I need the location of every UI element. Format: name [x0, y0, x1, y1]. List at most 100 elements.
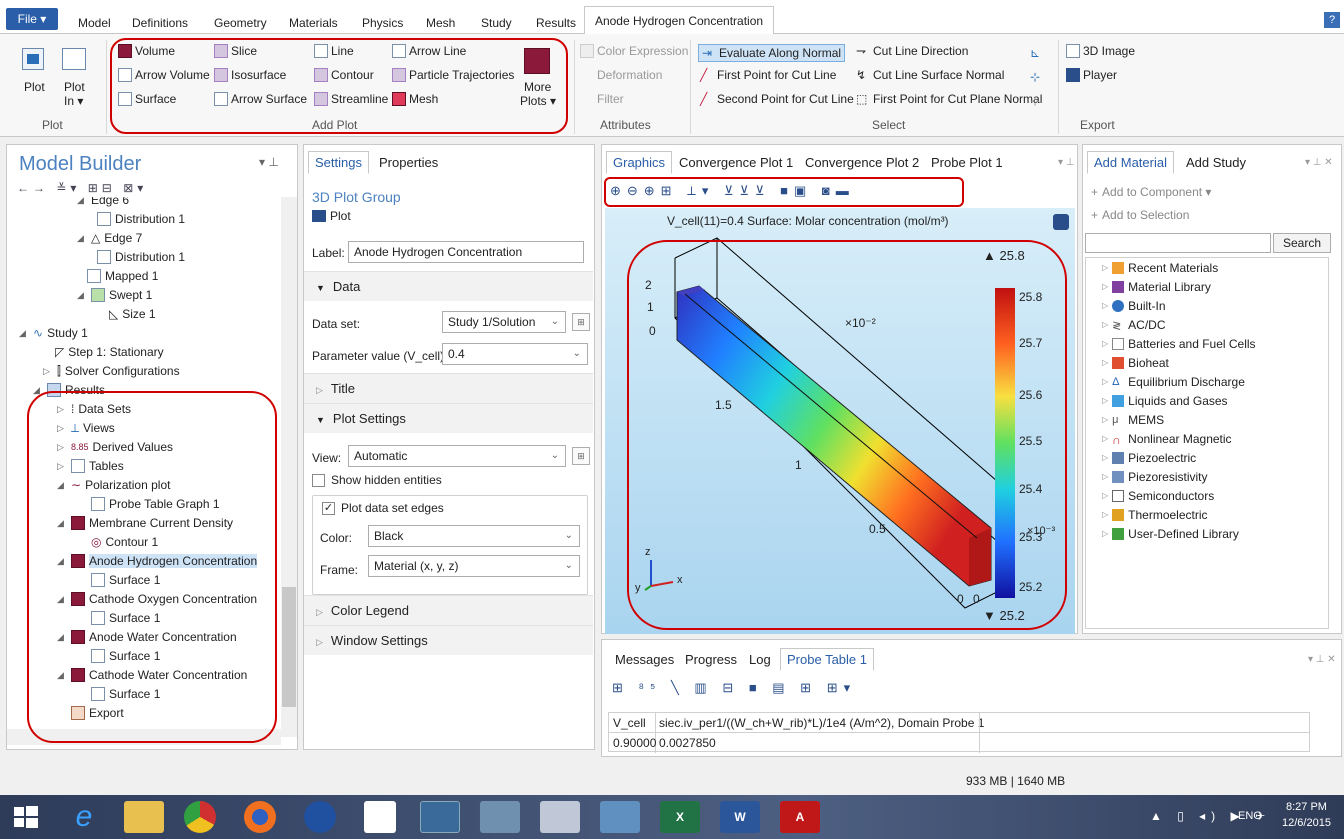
- tab-convergence-plot-1[interactable]: Convergence Plot 1: [672, 151, 800, 174]
- tab-physics[interactable]: Physics: [362, 16, 403, 30]
- clock-time[interactable]: 8:27 PM: [1286, 801, 1327, 813]
- first-point-cut-plane-normal-button[interactable]: ⬚ First Point for Cut Plane Normal: [856, 92, 1042, 106]
- dataset-goto-icon[interactable]: ⊞: [572, 313, 590, 331]
- table-toolbar[interactable]: ⊞ ⁸⁵ ╲ ▥ ⊟ ■ ▤ ⊞ ⊞▾: [612, 680, 856, 696]
- tab-model[interactable]: Model: [78, 16, 111, 30]
- dataset-select[interactable]: Study 1/Solution ⌄: [442, 311, 566, 333]
- tab-definitions[interactable]: Definitions: [132, 16, 188, 30]
- select-extra-icon-1[interactable]: ⊾: [1030, 46, 1040, 60]
- clock-date[interactable]: 12/6/2015: [1282, 817, 1331, 829]
- app-icon-c[interactable]: [304, 801, 336, 833]
- material-user-defined[interactable]: ▷ User-Defined Library: [1102, 524, 1239, 543]
- tab-mesh[interactable]: Mesh: [426, 16, 455, 30]
- panel-menu-icon[interactable]: ▾ ⊥: [1058, 157, 1075, 168]
- material-recent[interactable]: ▷ Recent Materials: [1102, 258, 1218, 277]
- color-select[interactable]: Black ⌄: [368, 525, 580, 547]
- first-point-cut-line-button[interactable]: ╱ First Point for Cut Line: [700, 68, 836, 82]
- word-icon[interactable]: W: [720, 801, 760, 833]
- windows-start-icon[interactable]: [10, 801, 42, 833]
- tab-probe-plot-1[interactable]: Probe Plot 1: [924, 151, 1010, 174]
- acrobat-icon[interactable]: A: [780, 801, 820, 833]
- second-point-cut-line-button[interactable]: ╱ Second Point for Cut Line: [700, 92, 854, 106]
- evaluate-along-normal-button[interactable]: ⇥ Evaluate Along Normal: [698, 44, 846, 62]
- tree-swept-1[interactable]: ◢ Swept 1: [77, 286, 152, 304]
- gfx-corner-icon[interactable]: [1053, 214, 1069, 230]
- search-button[interactable]: Search: [1273, 233, 1331, 253]
- view-select[interactable]: Automatic ⌄: [348, 445, 566, 467]
- tab-anode-hydrogen-concentration[interactable]: Anode Hydrogen Concentration: [584, 6, 774, 35]
- tab-materials[interactable]: Materials: [289, 16, 338, 30]
- tree-step-stationary[interactable]: ◸ Step 1: Stationary: [55, 343, 164, 361]
- material-library[interactable]: ▷ Material Library: [1102, 277, 1211, 296]
- tab-probe-table-1[interactable]: Probe Table 1: [780, 648, 874, 671]
- plot-in-icon[interactable]: [62, 48, 86, 70]
- select-extra-icon-3[interactable]: ⊹: [1030, 94, 1040, 108]
- tree-distribution-1[interactable]: Distribution 1: [97, 210, 185, 228]
- cut-line-direction-button[interactable]: ⇁ Cut Line Direction: [856, 44, 968, 58]
- store-icon[interactable]: [364, 801, 396, 833]
- tab-study[interactable]: Study: [481, 16, 512, 30]
- language-indicator[interactable]: ENG: [1238, 810, 1262, 822]
- tree-mapped-1[interactable]: Mapped 1: [87, 267, 158, 285]
- plot-in-dropdown[interactable]: In ▾: [64, 94, 83, 108]
- plot-icon[interactable]: [22, 48, 44, 70]
- tab-add-material[interactable]: Add Material: [1087, 151, 1174, 174]
- material-piezoresistivity[interactable]: ▷ Piezoresistivity: [1102, 467, 1208, 486]
- tab-log[interactable]: Log: [742, 648, 778, 671]
- material-liquids-gases[interactable]: ▷ Liquids and Gases: [1102, 391, 1228, 410]
- tab-graphics[interactable]: Graphics: [606, 151, 673, 174]
- settings-plot-button[interactable]: Plot: [312, 209, 351, 223]
- help-icon[interactable]: ?: [1324, 12, 1340, 28]
- add-to-component-button[interactable]: + Add to Component ▾: [1091, 185, 1211, 199]
- tab-settings[interactable]: Settings: [308, 151, 369, 174]
- panel-menu-icon[interactable]: ▾ ⊥ ✕: [1308, 654, 1336, 665]
- tree-edge-7[interactable]: ◢ △ Edge 7: [77, 229, 142, 247]
- paint-icon[interactable]: [600, 801, 640, 833]
- material-thermoelectric[interactable]: ▷ Thermoelectric: [1102, 505, 1208, 524]
- tab-add-study[interactable]: Add Study: [1179, 151, 1253, 174]
- plot-settings-header[interactable]: ▼ Plot Settings: [304, 403, 593, 433]
- material-mems[interactable]: ▷ μ MEMS: [1102, 410, 1164, 429]
- tree-scrollbar[interactable]: [281, 197, 297, 737]
- firefox-icon[interactable]: [244, 801, 276, 833]
- 3d-image-button[interactable]: 3D Image: [1066, 44, 1135, 58]
- photos-icon[interactable]: [480, 801, 520, 833]
- param-select[interactable]: 0.4 ⌄: [442, 343, 588, 365]
- material-equilibrium-discharge[interactable]: ▷ Δ Equilibrium Discharge: [1102, 372, 1245, 391]
- material-acdc[interactable]: ▷ ≷ AC/DC: [1102, 315, 1166, 334]
- material-batteries[interactable]: ▷ Batteries and Fuel Cells: [1102, 334, 1256, 353]
- chrome-icon[interactable]: [184, 801, 216, 833]
- tree-toolbar[interactable]: ←→ ≚▾ ⊞⊟ ⊠▾: [17, 181, 147, 195]
- internet-explorer-icon[interactable]: e: [64, 801, 104, 833]
- tab-geometry[interactable]: Geometry: [214, 16, 267, 30]
- cut-line-surface-normal-button[interactable]: ↯ Cut Line Surface Normal: [856, 68, 1004, 82]
- data-section-header[interactable]: ▼ Data: [304, 271, 593, 301]
- select-extra-icon-2[interactable]: ⊹: [1030, 70, 1040, 84]
- label-input[interactable]: Anode Hydrogen Concentration: [348, 241, 584, 263]
- snipping-tool-icon[interactable]: [540, 801, 580, 833]
- material-search-input[interactable]: [1085, 233, 1271, 253]
- tree-size-1[interactable]: ◺ Size 1: [109, 305, 156, 323]
- deformation-button[interactable]: Deformation: [580, 68, 662, 82]
- show-hidden-checkbox[interactable]: Show hidden entities: [312, 473, 442, 487]
- add-to-selection-button[interactable]: + Add to Selection: [1091, 208, 1189, 222]
- file-menu-button[interactable]: File ▾: [6, 8, 58, 30]
- color-legend-header[interactable]: ▷ Color Legend: [304, 595, 593, 625]
- material-built-in[interactable]: ▷ Built-In: [1102, 296, 1166, 315]
- graphics-canvas[interactable]: V_cell(11)=0.4 Surface: Molar concentrat…: [605, 208, 1075, 634]
- tab-results[interactable]: Results: [536, 16, 576, 30]
- tab-convergence-plot-2[interactable]: Convergence Plot 2: [798, 151, 926, 174]
- plot-button[interactable]: Plot: [24, 80, 45, 94]
- panel-menu-icon[interactable]: ▾ ⊥ ✕: [1305, 157, 1333, 168]
- filter-button[interactable]: Filter: [580, 92, 624, 106]
- plot-edges-checkbox[interactable]: ✓ Plot data set edges: [322, 501, 448, 515]
- material-semiconductors[interactable]: ▷ Semiconductors: [1102, 486, 1214, 505]
- tree-solver-configurations[interactable]: ▷ ⫿ Solver Configurations: [43, 362, 180, 380]
- color-expression-button[interactable]: Color Expression: [580, 44, 688, 58]
- comsol-icon[interactable]: [420, 801, 460, 833]
- player-button[interactable]: Player: [1066, 68, 1117, 82]
- panel-menu-icon[interactable]: ▾ ⊥: [259, 155, 279, 169]
- plot-in-label[interactable]: Plot: [64, 80, 85, 94]
- tab-messages[interactable]: Messages: [608, 648, 681, 671]
- tree-study-1[interactable]: ◢ ∿ Study 1: [19, 324, 88, 342]
